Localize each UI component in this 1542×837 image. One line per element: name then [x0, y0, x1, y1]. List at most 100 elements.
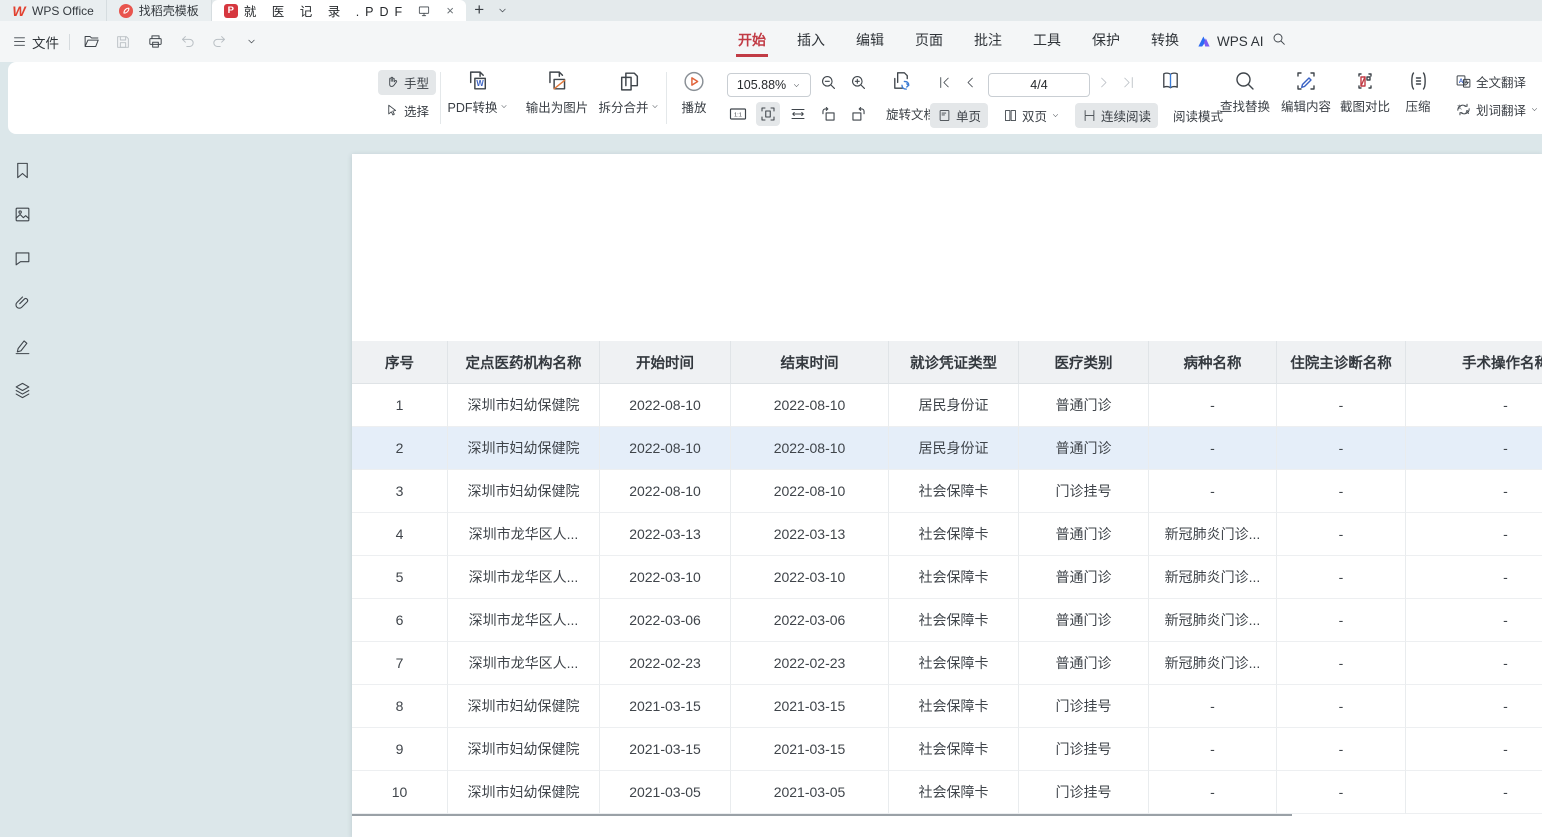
menu-tab[interactable]: 插入: [797, 30, 825, 54]
zoom-in-icon[interactable]: [846, 70, 870, 94]
previous-page-icon[interactable]: [958, 70, 982, 94]
split-merge-button[interactable]: 拆分合并: [598, 69, 659, 116]
redo-icon[interactable]: [208, 31, 230, 53]
close-tab-icon[interactable]: ×: [440, 3, 460, 18]
full-translate-button[interactable]: A 全文翻译: [1452, 71, 1529, 92]
table-cell: 9: [352, 728, 448, 771]
actual-size-button[interactable]: 1:1: [726, 102, 750, 126]
table-cell: 2: [352, 427, 448, 470]
table-cell: -: [1406, 685, 1542, 728]
table-row: 5深圳市龙华区人...2022-03-102022-03-10社会保障卡普通门诊…: [352, 556, 1542, 599]
comments-icon[interactable]: [10, 246, 34, 270]
table-cell: -: [1406, 384, 1542, 427]
table-cell: 社会保障卡: [889, 556, 1019, 599]
compress-button[interactable]: 压缩: [1405, 69, 1430, 115]
continuous-read-button[interactable]: 连续阅读: [1075, 103, 1158, 128]
header-cell: 结束时间: [731, 341, 889, 384]
signature-icon[interactable]: [10, 334, 34, 358]
continuous-read-icon: [1082, 108, 1097, 123]
svg-text:W: W: [476, 79, 484, 88]
word-translate-button[interactable]: A文 划词翻译: [1452, 99, 1542, 120]
table-cell: 深圳市龙华区人...: [448, 513, 600, 556]
undo-icon[interactable]: [176, 31, 198, 53]
play-button[interactable]: 播放: [681, 69, 706, 116]
pdf-convert-button[interactable]: W PDF转换: [447, 69, 508, 116]
tab-document-active[interactable]: P 就 医 记 录 .PDF ×: [212, 0, 466, 21]
select-tool-button[interactable]: 选择: [378, 98, 436, 123]
last-page-icon[interactable]: [1116, 70, 1140, 94]
zoom-out-icon[interactable]: [816, 70, 840, 94]
monitor-icon[interactable]: [414, 4, 434, 18]
menu-tab[interactable]: 转换: [1151, 30, 1179, 54]
menu-tab[interactable]: 编辑: [856, 30, 884, 54]
zoom-level-input[interactable]: 105.88%: [727, 73, 811, 97]
save-icon[interactable]: [112, 31, 134, 53]
table-cell: 门诊挂号: [1019, 771, 1149, 814]
table-cell: -: [1406, 470, 1542, 513]
print-icon[interactable]: [144, 31, 166, 53]
screenshot-compare-button[interactable]: 截图对比: [1340, 69, 1390, 115]
table-cell: 深圳市龙华区人...: [448, 599, 600, 642]
table-header-row: 序号定点医药机构名称开始时间结束时间就诊凭证类型医疗类别病种名称住院主诊断名称手…: [352, 341, 1542, 384]
split-merge-icon: [616, 69, 641, 94]
menu-tab[interactable]: 页面: [915, 30, 943, 54]
header-cell: 就诊凭证类型: [889, 341, 1019, 384]
next-page-icon[interactable]: [1091, 70, 1115, 94]
table-row: 6深圳市龙华区人...2022-03-062022-03-06社会保障卡普通门诊…: [352, 599, 1542, 642]
divider: [69, 34, 70, 50]
find-replace-button[interactable]: 查找替换: [1220, 69, 1270, 115]
table-row: 2深圳市妇幼保健院2022-08-102022-08-10居民身份证普通门诊--…: [352, 427, 1542, 470]
double-page-button[interactable]: 双页: [996, 103, 1067, 128]
menu-tab[interactable]: 开始: [738, 30, 766, 54]
header-cell: 序号: [352, 341, 448, 384]
menu-search-icon[interactable]: [1271, 31, 1287, 52]
edit-content-icon: [1294, 69, 1318, 93]
menu-wps-ai[interactable]: WPS AI: [1196, 34, 1264, 49]
table-cell: 2022-08-10: [600, 384, 731, 427]
find-replace-icon: [1233, 69, 1257, 93]
fit-page-icon: [759, 105, 777, 123]
menu-tab[interactable]: 保护: [1092, 30, 1120, 54]
fit-page-button[interactable]: [756, 102, 780, 126]
rotate-left-icon: [819, 105, 838, 124]
layers-icon[interactable]: [10, 378, 34, 402]
table-cell: -: [1277, 685, 1406, 728]
pdf-file-icon: P: [224, 4, 238, 18]
table-cell: 普通门诊: [1019, 384, 1149, 427]
rotate-right-button[interactable]: [846, 102, 870, 126]
tab-docer-templates[interactable]: 找稻壳模板: [107, 0, 212, 21]
page-number-input[interactable]: 4/4: [988, 73, 1090, 97]
first-page-icon[interactable]: [932, 70, 956, 94]
bookmarks-icon[interactable]: [10, 158, 34, 182]
table-cell: -: [1406, 556, 1542, 599]
new-tab-button[interactable]: +: [466, 0, 492, 21]
edit-content-button[interactable]: 编辑内容: [1281, 69, 1331, 115]
rotate-doc-label[interactable]: 旋转文档: [886, 104, 936, 123]
quick-tools-chevron-icon[interactable]: [240, 31, 262, 53]
wps-logo-icon: W: [12, 4, 26, 18]
file-menu-button[interactable]: 文件: [12, 32, 59, 52]
thumbnails-icon[interactable]: [10, 202, 34, 226]
tab-label: WPS Office: [32, 4, 94, 18]
table-row: 10深圳市妇幼保健院2021-03-052021-03-05社会保障卡门诊挂号-…: [352, 771, 1542, 814]
hand-tool-button[interactable]: 手型: [378, 70, 436, 95]
table-cell: 2022-03-10: [600, 556, 731, 599]
table-cell: 门诊挂号: [1019, 728, 1149, 771]
tab-list-chevron-icon[interactable]: [492, 0, 512, 21]
attachment-icon[interactable]: [10, 290, 34, 314]
menu-tab[interactable]: 批注: [974, 30, 1002, 54]
tab-wps-home[interactable]: W WPS Office: [0, 0, 107, 21]
document-canvas[interactable]: 序号定点医药机构名称开始时间结束时间就诊凭证类型医疗类别病种名称住院主诊断名称手…: [44, 134, 1542, 837]
table-cell: 2022-03-13: [731, 513, 889, 556]
export-image-button[interactable]: 输出为图片: [526, 69, 589, 116]
fit-width-button[interactable]: [786, 102, 810, 126]
read-mode-icon[interactable]: [1158, 68, 1182, 92]
rotate-left-button[interactable]: [816, 102, 840, 126]
single-page-button[interactable]: 单页: [930, 103, 988, 128]
table-row: 7深圳市龙华区人...2022-02-232022-02-23社会保障卡普通门诊…: [352, 642, 1542, 685]
document-title: 就 医 记 录 .PDF: [244, 1, 408, 20]
open-file-icon[interactable]: [80, 31, 102, 53]
menu-tab[interactable]: 工具: [1033, 30, 1061, 54]
table-row: 4深圳市龙华区人...2022-03-132022-03-13社会保障卡普通门诊…: [352, 513, 1542, 556]
rotate-pages-icon[interactable]: [889, 68, 913, 92]
